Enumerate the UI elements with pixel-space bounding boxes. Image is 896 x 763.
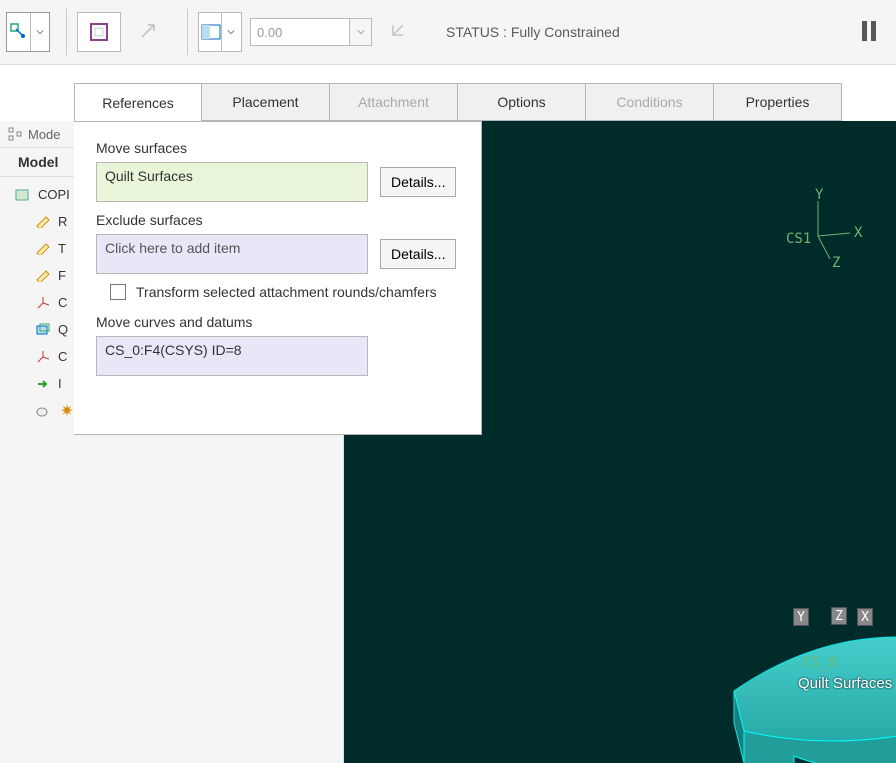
move-surfaces-collector[interactable]: Quilt Surfaces bbox=[96, 162, 368, 202]
separator bbox=[187, 9, 188, 55]
datum-icon bbox=[34, 240, 52, 258]
part-icon bbox=[14, 186, 32, 204]
arrow-icon bbox=[138, 21, 160, 43]
tool-btn-frame[interactable] bbox=[77, 12, 121, 52]
svg-text:Y: Y bbox=[815, 187, 824, 203]
frame-icon bbox=[89, 22, 109, 42]
axis-tag-y: Y bbox=[793, 608, 809, 626]
csys-icon bbox=[34, 294, 52, 312]
panel-icon bbox=[201, 24, 221, 40]
move-curves-collector[interactable]: CS_0:F4(CSYS) ID=8 bbox=[96, 336, 368, 376]
numeric-input[interactable]: 0.00 bbox=[250, 18, 350, 46]
move-icon bbox=[8, 21, 30, 43]
datum-icon bbox=[34, 267, 52, 285]
separator bbox=[66, 9, 67, 55]
numeric-input-wrap: 0.00 bbox=[250, 18, 372, 46]
svg-text:Z: Z bbox=[832, 255, 840, 271]
tab-attachment[interactable]: Attachment bbox=[330, 83, 458, 121]
transform-checkbox-label: Transform selected attachment rounds/cha… bbox=[136, 284, 437, 300]
transform-checkbox-row[interactable]: Transform selected attachment rounds/cha… bbox=[110, 284, 463, 300]
tab-conditions[interactable]: Conditions bbox=[586, 83, 714, 121]
csys-icon bbox=[34, 348, 52, 366]
model-selection-label: Quilt Surfaces bbox=[798, 675, 892, 692]
exclude-surfaces-label: Exclude surfaces bbox=[96, 212, 463, 228]
details-button[interactable]: Details... bbox=[380, 239, 456, 269]
tab-options[interactable]: Options bbox=[458, 83, 586, 121]
tab-references[interactable]: References bbox=[74, 83, 202, 121]
details-button[interactable]: Details... bbox=[380, 167, 456, 197]
svg-text:CS1: CS1 bbox=[786, 231, 811, 247]
tool-btn-swap[interactable] bbox=[378, 12, 422, 52]
tabs-row: References Placement Attachment Options … bbox=[74, 83, 896, 121]
model-geometry[interactable] bbox=[714, 541, 896, 763]
tool-btn-arrow[interactable] bbox=[127, 12, 171, 52]
feature-icon bbox=[34, 402, 52, 420]
insert-icon bbox=[34, 375, 52, 393]
chevron-down-icon[interactable] bbox=[350, 18, 372, 46]
status-text: STATUS : Fully Constrained bbox=[446, 24, 620, 40]
axis-tag-x: X bbox=[857, 608, 873, 626]
checkbox[interactable] bbox=[110, 284, 126, 300]
move-surfaces-label: Move surfaces bbox=[96, 140, 463, 156]
tab-properties[interactable]: Properties bbox=[714, 83, 842, 121]
datum-icon bbox=[34, 213, 52, 231]
tool-btn-1[interactable] bbox=[6, 12, 50, 52]
exclude-surfaces-collector[interactable]: Click here to add item bbox=[96, 234, 368, 274]
quilt-icon bbox=[34, 321, 52, 339]
chevron-down-icon[interactable] bbox=[221, 13, 239, 51]
references-panel: Move surfaces Quilt Surfaces Details... … bbox=[74, 121, 482, 435]
tool-btn-panel[interactable] bbox=[198, 12, 242, 52]
top-toolbar: 0.00 STATUS : Fully Constrained bbox=[0, 0, 896, 65]
pause-icon bbox=[860, 20, 878, 42]
swap-icon bbox=[389, 21, 411, 43]
model-csys-label: CS_0 bbox=[803, 655, 837, 671]
svg-text:X: X bbox=[854, 225, 863, 241]
corner-csys: Y X Z CS1 bbox=[788, 191, 868, 275]
tab-placement[interactable]: Placement bbox=[202, 83, 330, 121]
pause-button[interactable] bbox=[860, 20, 884, 44]
axis-tag-z: Z bbox=[831, 607, 847, 625]
move-curves-label: Move curves and datums bbox=[96, 314, 463, 330]
chevron-down-icon[interactable] bbox=[30, 13, 48, 51]
tree-icon bbox=[8, 127, 22, 141]
